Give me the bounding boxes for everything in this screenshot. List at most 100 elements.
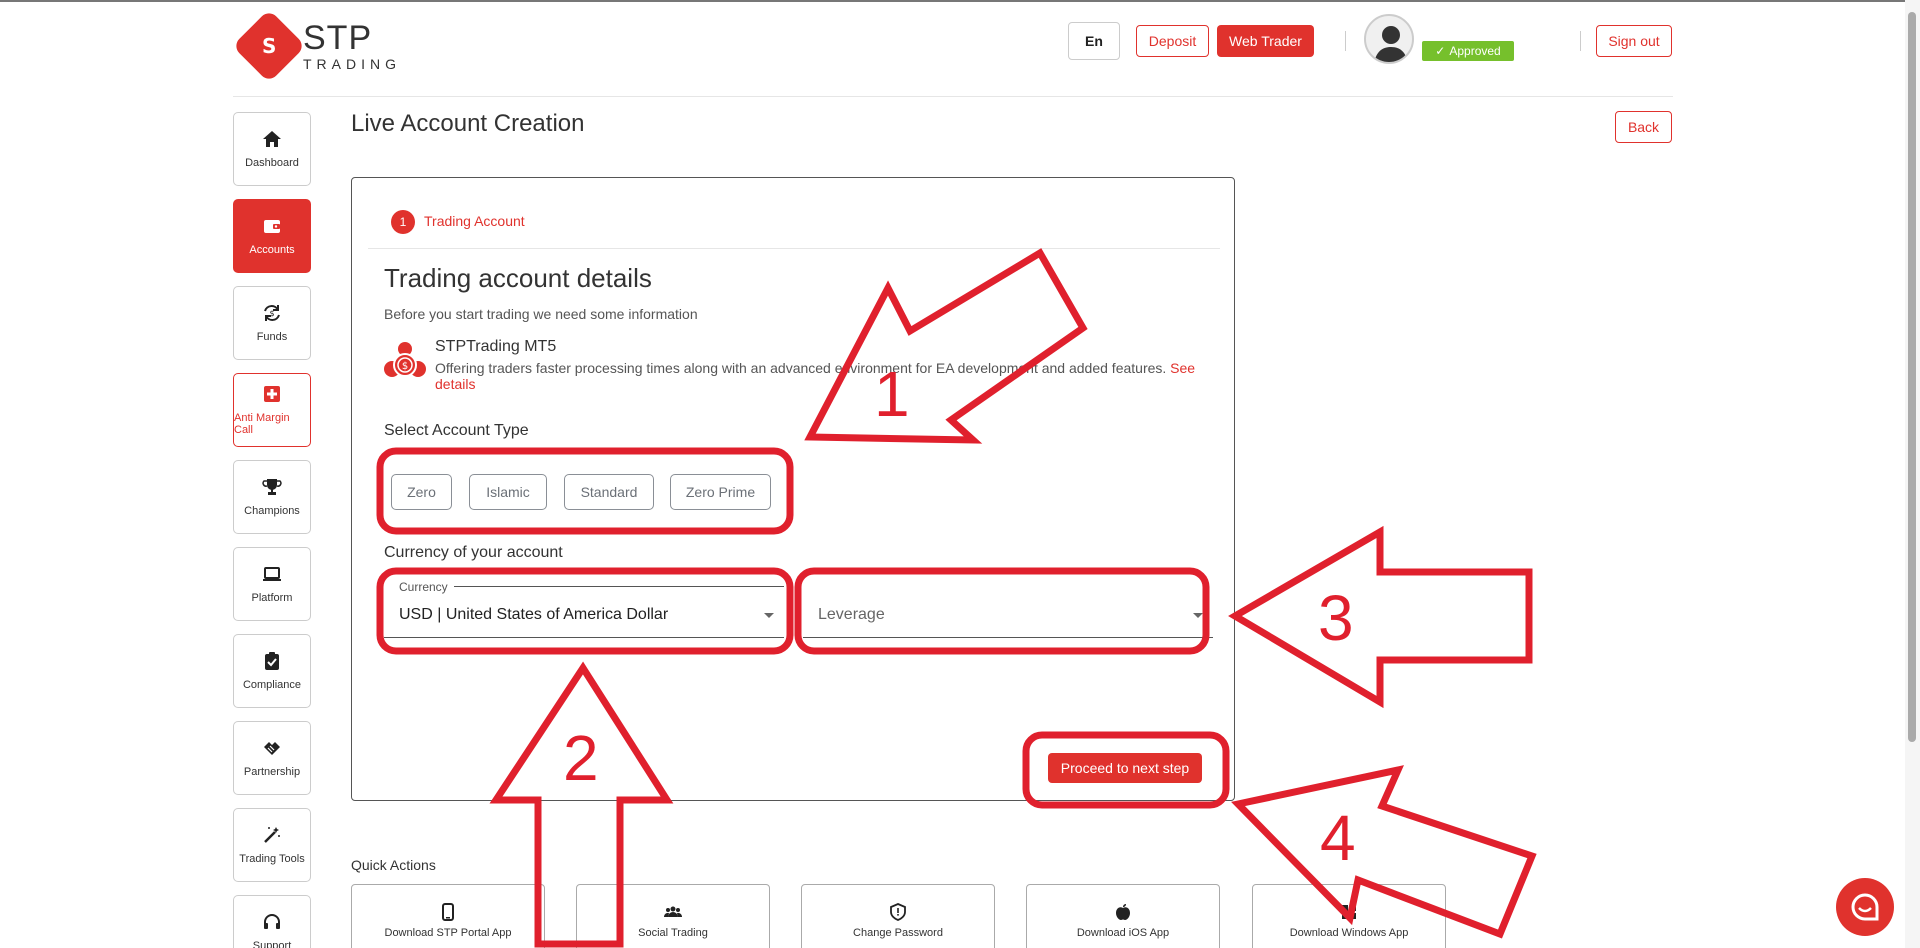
account-type-zero[interactable]: Zero: [391, 474, 452, 510]
top-border: [0, 0, 1920, 2]
brand-logo[interactable]: S STP TRADING: [232, 9, 401, 83]
currency-section-label: Currency of your account: [384, 544, 563, 561]
sidebar-item-partnership[interactable]: Partnership: [233, 721, 311, 795]
laptop-icon: [263, 567, 281, 581]
quick-action-label: Download STP Portal App: [384, 927, 512, 939]
svg-text:$: $: [402, 361, 408, 372]
account-type-zero-prime[interactable]: Zero Prime: [670, 474, 771, 510]
platform-name: STPTrading MT5: [435, 338, 557, 355]
sidebar-item-label: Funds: [256, 331, 288, 343]
header-divider: [1580, 31, 1581, 51]
magic-wand-icon: [264, 827, 280, 843]
sidebar-item-compliance[interactable]: Compliance: [233, 634, 311, 708]
account-type-label: Select Account Type: [384, 422, 529, 439]
avatar[interactable]: [1364, 14, 1414, 64]
sidebar-item-dashboard[interactable]: Dashboard: [233, 112, 311, 186]
apple-icon: [1116, 904, 1130, 920]
funds-cycle-icon: $: [264, 305, 280, 321]
sidebar-item-label: Accounts: [249, 244, 295, 256]
leverage-select[interactable]: Leverage: [803, 586, 1213, 638]
sidebar-item-label: Compliance: [242, 679, 302, 691]
step-number: 1: [391, 210, 415, 234]
currency-select-label: Currency: [396, 580, 451, 594]
sidebar-item-champions[interactable]: Champions: [233, 460, 311, 534]
sidebar-item-trading-tools[interactable]: Trading Tools: [233, 808, 311, 882]
account-type-standard[interactable]: Standard: [564, 474, 654, 510]
sign-out-button[interactable]: Sign out: [1596, 25, 1672, 57]
quick-action-change-password[interactable]: Change Password: [801, 884, 995, 948]
phone-icon: [442, 903, 454, 921]
status-badge-label: Approved: [1449, 44, 1501, 58]
account-creation-card: 1 Trading Account Trading account detail…: [351, 177, 1235, 801]
brand-sub: TRADING: [303, 56, 401, 72]
headset-icon: [264, 914, 280, 929]
sidebar-item-label: Anti Margin Call: [234, 412, 290, 436]
quick-action-download-portal-app[interactable]: Download STP Portal App: [351, 884, 545, 948]
sidebar-item-accounts[interactable]: Accounts: [233, 199, 311, 273]
sidebar-item-label: Trading Tools: [239, 853, 305, 865]
annotation-arrow-3: [1228, 525, 1533, 709]
back-button[interactable]: Back: [1615, 111, 1672, 143]
checkmark-icon: ✓: [1435, 44, 1446, 58]
sidebar-item-anti-margin-call[interactable]: Anti Margin Call: [233, 373, 311, 447]
page: S STP TRADING En Deposit Web Trader ✓ Ap…: [0, 0, 1920, 948]
handshake-icon: [264, 742, 280, 755]
brand-name: STP: [303, 19, 373, 57]
logo-text: STP TRADING: [303, 21, 401, 71]
header-divider-line: [233, 96, 1673, 97]
account-type-islamic[interactable]: Islamic: [469, 474, 547, 510]
platform-description: Offering traders faster processing times…: [435, 360, 1225, 392]
quick-actions-title: Quick Actions: [351, 857, 436, 873]
sidebar-item-platform[interactable]: Platform: [233, 547, 311, 621]
card-subtitle: Before you start trading we need some in…: [384, 306, 698, 322]
status-badge: ✓ Approved: [1422, 41, 1514, 61]
deposit-button[interactable]: Deposit: [1136, 25, 1209, 57]
sidebar-item-label: Support: [252, 940, 292, 948]
home-icon: [263, 131, 281, 147]
leverage-select-placeholder: Leverage: [818, 606, 885, 623]
sidebar-item-label: Platform: [251, 592, 293, 604]
chevron-down-icon: [764, 613, 774, 618]
medical-cross-icon: [264, 386, 280, 402]
step-label[interactable]: Trading Account: [424, 213, 525, 229]
sidebar-item-label: Dashboard: [245, 157, 299, 169]
web-trader-button[interactable]: Web Trader: [1217, 25, 1314, 57]
card-divider: [368, 248, 1220, 249]
annotation-number-4: 4: [1320, 802, 1356, 874]
quick-action-label: Download Windows App: [1289, 927, 1409, 939]
quick-action-social-trading[interactable]: Social Trading: [576, 884, 770, 948]
quick-action-download-windows-app[interactable]: Download Windows App: [1252, 884, 1446, 948]
quick-action-label: Social Trading: [638, 927, 708, 939]
sidebar-item-label: Champions: [244, 505, 300, 517]
sidebar-item-label: Partnership: [243, 766, 301, 778]
currency-select[interactable]: Currency USD | United States of America …: [384, 580, 784, 638]
user-silhouette-icon: [1374, 26, 1408, 62]
quick-action-label: Download iOS App: [1076, 927, 1170, 939]
svg-text:$: $: [269, 309, 274, 318]
annotation-number-3: 3: [1318, 582, 1354, 654]
shield-icon: [890, 903, 906, 921]
platform-description-text: Offering traders faster processing times…: [435, 360, 1167, 376]
language-button[interactable]: En: [1068, 22, 1120, 60]
sidebar-item-funds[interactable]: $ Funds: [233, 286, 311, 360]
quick-action-download-ios-app[interactable]: Download iOS App: [1026, 884, 1220, 948]
page-scrollbar-thumb[interactable]: [1908, 12, 1916, 742]
mt5-platform-icon: $: [384, 342, 426, 377]
proceed-next-step-button[interactable]: Proceed to next step: [1048, 753, 1202, 783]
chevron-down-icon: [1193, 613, 1203, 618]
clipboard-check-icon: [265, 652, 279, 670]
header-divider: [1345, 31, 1346, 51]
quick-action-label: Change Password: [853, 927, 943, 939]
card-title: Trading account details: [384, 263, 652, 293]
page-title: Live Account Creation: [351, 110, 585, 137]
currency-select-value: USD | United States of America Dollar: [399, 606, 669, 623]
wallet-icon: [264, 220, 280, 233]
live-chat-button[interactable]: [1836, 878, 1894, 936]
logo-mark-letter: S: [261, 34, 277, 58]
people-icon: [664, 906, 682, 917]
logo-mark: S: [232, 9, 306, 83]
trophy-icon: [262, 479, 282, 495]
sidebar-item-support[interactable]: Support: [233, 895, 311, 948]
chat-bubble-icon: [1851, 893, 1879, 921]
windows-icon: [1342, 905, 1356, 919]
